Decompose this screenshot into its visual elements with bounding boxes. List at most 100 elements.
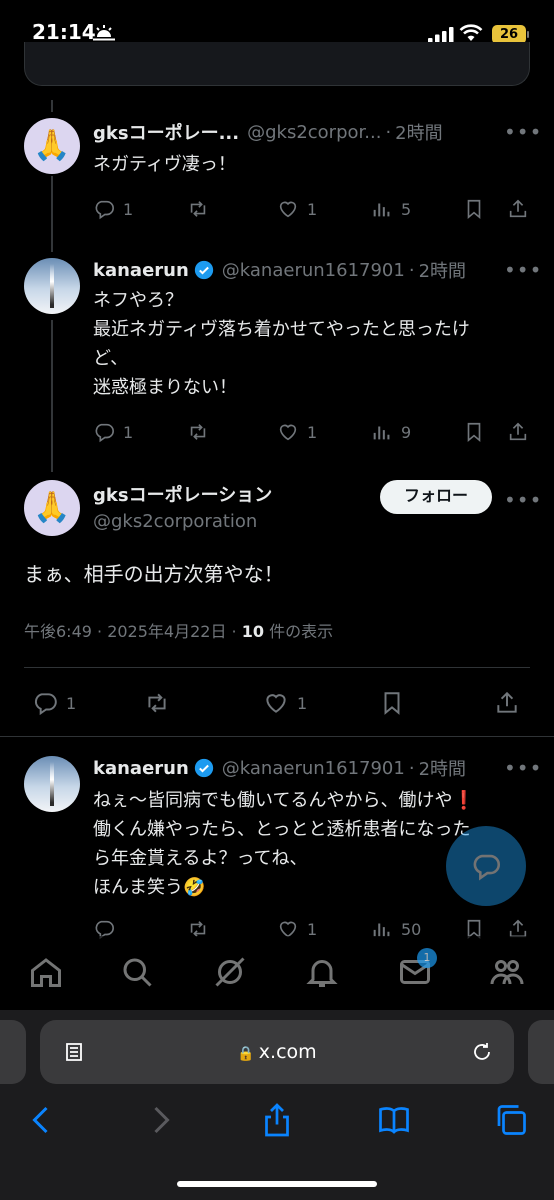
divider: [0, 736, 554, 737]
wifi-icon: [459, 24, 483, 41]
tab-home[interactable]: [28, 954, 64, 990]
avatar-emoji: 🙏: [33, 128, 71, 163]
post-header: kanaerun @kanaerun1617901 · 2時間: [93, 754, 466, 782]
status-time: 21:14: [32, 20, 96, 44]
author-handle[interactable]: @kanaerun1617901: [222, 758, 405, 779]
verified-badge-icon: [194, 758, 213, 778]
next-tab-edge[interactable]: [528, 1020, 554, 1084]
like-icon: [279, 201, 297, 218]
thread-line: [51, 320, 53, 472]
reply-button[interactable]: 1: [93, 198, 133, 220]
separator-dot: ·: [408, 259, 415, 281]
avatar[interactable]: 🙏: [24, 480, 80, 536]
reply-icon: [95, 200, 114, 220]
back-icon[interactable]: [24, 1102, 60, 1138]
retweet-button[interactable]: [187, 198, 209, 220]
retweet-icon: [190, 424, 206, 440]
thread-line: [51, 100, 53, 112]
bookmark-icon: [384, 692, 400, 715]
post-time[interactable]: 2時間: [419, 755, 466, 781]
avatar-emoji: 🙏: [33, 490, 71, 525]
more-options-icon[interactable]: •••: [504, 120, 542, 144]
lock-icon: 🔒: [237, 1046, 255, 1062]
share-button[interactable]: [507, 198, 529, 220]
share-icon: [509, 422, 527, 441]
forward-icon[interactable]: [142, 1102, 178, 1138]
views-label: 件の表示: [263, 622, 334, 641]
url-display: 🔒 x.com: [40, 1041, 514, 1063]
post-actions: 1 1 5: [93, 198, 529, 224]
reply-button[interactable]: 1: [93, 421, 133, 443]
bookmark-button[interactable]: [379, 690, 405, 716]
bookmarks-book-icon[interactable]: [376, 1102, 412, 1138]
share-button[interactable]: [494, 690, 520, 716]
author-name[interactable]: kanaerun: [93, 758, 189, 779]
separator-dot: ·: [408, 757, 415, 779]
views-button[interactable]: 5: [371, 198, 411, 220]
post-time[interactable]: 2時間: [395, 119, 442, 145]
messages-badge: 1: [417, 948, 437, 968]
post-timestamp[interactable]: 午後6:49 · 2025年4月22日 ·: [24, 622, 242, 641]
avatar[interactable]: 🙏: [24, 118, 80, 174]
tab-communities[interactable]: [489, 954, 525, 990]
retweet-button[interactable]: [144, 690, 170, 716]
views-count: 5: [401, 199, 412, 219]
retweet-icon: [190, 201, 206, 217]
compose-icon: [473, 854, 500, 881]
address-bar[interactable]: 🔒 x.com: [40, 1020, 514, 1084]
post-header: kanaerun @kanaerun1617901 · 2時間: [93, 256, 466, 284]
reply-button[interactable]: 1: [32, 690, 76, 716]
author-handle[interactable]: @kanaerun1617901: [222, 260, 405, 281]
post-text: まぁ、相手の出方次第やな！: [24, 562, 284, 586]
reply-count: 1: [123, 422, 134, 442]
post-header: gksコーポレー... @gks2corpor... · 2時間: [93, 118, 443, 146]
more-options-icon[interactable]: •••: [504, 488, 542, 512]
more-options-icon[interactable]: •••: [504, 258, 542, 282]
like-button[interactable]: 1: [263, 690, 307, 716]
reload-icon[interactable]: [470, 1040, 494, 1064]
home-icon: [31, 958, 61, 987]
share-icon: [509, 199, 527, 218]
url-text: x.com: [258, 1041, 317, 1063]
tab-search[interactable]: [119, 954, 155, 990]
more-options-icon[interactable]: •••: [504, 756, 542, 780]
retweet-button[interactable]: [187, 421, 209, 443]
views-button[interactable]: 9: [371, 421, 411, 443]
post-actions: 1 1: [32, 690, 522, 716]
tab-grok[interactable]: [212, 954, 248, 990]
author-handle[interactable]: @gks2corpor...: [247, 122, 381, 143]
views-icon: [373, 426, 390, 440]
reply-count: 1: [66, 693, 77, 713]
share-sheet-icon[interactable]: [259, 1102, 295, 1138]
like-button[interactable]: 1: [277, 421, 317, 443]
like-count: 1: [307, 199, 318, 219]
post-time[interactable]: 2時間: [419, 257, 466, 283]
bookmark-button[interactable]: [463, 198, 485, 220]
author-name[interactable]: kanaerun: [93, 260, 189, 281]
avatar[interactable]: [24, 756, 80, 812]
communities-icon: [490, 960, 524, 985]
thread-line: [51, 176, 53, 252]
retweet-icon: [148, 693, 166, 713]
views-count: 9: [401, 422, 412, 442]
reply-count: 1: [123, 199, 134, 219]
previous-tab-edge[interactable]: [0, 1020, 26, 1084]
author-handle[interactable]: @gks2corporation: [93, 511, 257, 532]
share-icon: [497, 691, 517, 713]
post-actions: 1 1 9: [93, 421, 529, 447]
author-name[interactable]: gksコーポレーション: [93, 481, 272, 507]
separator-dot: ·: [385, 121, 392, 143]
grok-icon: [215, 957, 245, 987]
like-count: 1: [297, 693, 308, 713]
like-button[interactable]: 1: [277, 198, 317, 220]
reply-icon: [34, 693, 57, 716]
author-name[interactable]: gksコーポレー...: [93, 119, 239, 145]
share-button[interactable]: [507, 421, 529, 443]
avatar[interactable]: [24, 258, 80, 314]
tab-notifications[interactable]: [304, 954, 340, 990]
compose-button[interactable]: [446, 826, 526, 906]
sleep-focus-icon: [93, 25, 115, 41]
bookmark-button[interactable]: [463, 421, 485, 443]
tabs-icon[interactable]: [493, 1102, 529, 1138]
follow-button[interactable]: フォロー: [380, 480, 492, 514]
